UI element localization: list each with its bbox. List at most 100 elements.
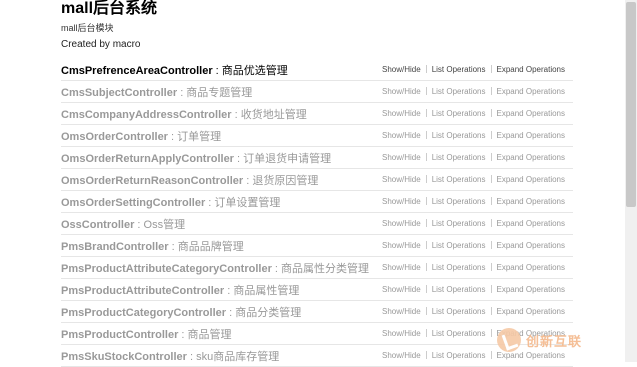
- controller-link[interactable]: OssController : Oss管理: [61, 216, 185, 232]
- show-hide-link[interactable]: Show/Hide: [382, 351, 421, 360]
- scrollbar[interactable]: [625, 0, 637, 362]
- show-hide-link[interactable]: Show/Hide: [382, 197, 421, 206]
- show-hide-link[interactable]: Show/Hide: [382, 307, 421, 316]
- controller-actions: Show/Hide List Operations Expand Operation…: [382, 285, 565, 294]
- show-hide-link[interactable]: Show/Hide: [382, 131, 421, 140]
- list-operations-link[interactable]: List Operations: [432, 87, 486, 96]
- controller-name: PmsBrandController: [61, 241, 169, 253]
- list-operations-link[interactable]: List Operations: [432, 131, 486, 140]
- controller-name: PmsProductCategoryController: [61, 307, 227, 319]
- controller-actions: Show/Hide List Operations Expand Operation…: [382, 131, 565, 140]
- controller-actions: Show/Hide List Operations Expand Operation…: [382, 109, 565, 118]
- expand-operations-link[interactable]: Expand Operations: [497, 175, 566, 184]
- expand-operations-link[interactable]: Expand Operations: [497, 109, 566, 118]
- controller-link[interactable]: PmsProductCategoryController : 商品分类管理: [61, 304, 301, 320]
- expand-operations-link[interactable]: Expand Operations: [497, 285, 566, 294]
- action-divider: [425, 219, 427, 227]
- controller-actions: Show/Hide List Operations Expand Operation…: [382, 307, 565, 316]
- controller-description: : 商品管理: [178, 329, 232, 341]
- action-divider: [490, 307, 492, 315]
- controller-link[interactable]: OmsOrderReturnApplyController : 订单退货申请管理: [61, 150, 331, 166]
- controller-link[interactable]: OmsOrderReturnReasonController : 退货原因管理: [61, 172, 318, 188]
- action-divider: [425, 351, 427, 359]
- expand-operations-link[interactable]: Expand Operations: [497, 263, 566, 272]
- action-divider: [425, 153, 427, 161]
- controller-description: : 订单退货申请管理: [233, 153, 332, 165]
- action-divider: [490, 285, 492, 293]
- show-hide-link[interactable]: Show/Hide: [382, 285, 421, 294]
- list-operations-link[interactable]: List Operations: [432, 197, 486, 206]
- controller-name: OmsOrderReturnApplyController: [61, 153, 234, 165]
- action-divider: [490, 153, 492, 161]
- controller-link[interactable]: PmsProductAttributeCategoryController : …: [61, 260, 369, 276]
- show-hide-link[interactable]: Show/Hide: [382, 153, 421, 162]
- controller-description: : 收货地址管理: [231, 109, 307, 121]
- list-operations-link[interactable]: List Operations: [432, 351, 486, 360]
- controller-description: : 商品专题管理: [177, 87, 253, 99]
- list-operations-link[interactable]: List Operations: [432, 175, 486, 184]
- show-hide-link[interactable]: Show/Hide: [382, 175, 421, 184]
- controller-name: CmsSubjectController: [61, 87, 178, 99]
- show-hide-link[interactable]: Show/Hide: [382, 65, 421, 74]
- show-hide-link[interactable]: Show/Hide: [382, 241, 421, 250]
- controller-description: : 订单设置管理: [205, 197, 281, 209]
- action-divider: [425, 109, 427, 117]
- show-hide-link[interactable]: Show/Hide: [382, 219, 421, 228]
- controller-row: OssController : Oss管理 Show/Hide List Opera…: [61, 213, 573, 235]
- list-operations-link[interactable]: List Operations: [432, 153, 486, 162]
- show-hide-link[interactable]: Show/Hide: [382, 329, 421, 338]
- controller-description: : 商品分类管理: [226, 307, 302, 319]
- controller-link[interactable]: PmsProductController : 商品管理: [61, 326, 232, 342]
- controller-description: : sku商品库存管理: [186, 351, 280, 363]
- list-operations-link[interactable]: List Operations: [432, 307, 486, 316]
- controller-link[interactable]: OmsOrderSettingController : 订单设置管理: [61, 194, 280, 210]
- list-operations-link[interactable]: List Operations: [432, 263, 486, 272]
- controller-actions: Show/Hide List Operations Expand Operation…: [382, 65, 565, 74]
- expand-operations-link[interactable]: Expand Operations: [497, 65, 566, 74]
- action-divider: [425, 329, 427, 337]
- list-operations-link[interactable]: List Operations: [432, 65, 486, 74]
- expand-operations-link[interactable]: Expand Operations: [497, 87, 566, 96]
- controller-link[interactable]: CmsCompanyAddressController : 收货地址管理: [61, 106, 307, 122]
- expand-operations-link[interactable]: Expand Operations: [497, 153, 566, 162]
- show-hide-link[interactable]: Show/Hide: [382, 87, 421, 96]
- controller-name: PmsProductAttributeController: [61, 285, 225, 297]
- controller-link[interactable]: PmsBrandController : 商品品牌管理: [61, 238, 244, 254]
- controller-row: PmsProductAttributeCategoryController : …: [61, 257, 573, 279]
- show-hide-link[interactable]: Show/Hide: [382, 109, 421, 118]
- show-hide-link[interactable]: Show/Hide: [382, 263, 421, 272]
- controller-link[interactable]: CmsPrefrenceAreaController : 商品优选管理: [61, 62, 288, 78]
- controller-description: : 退货原因管理: [243, 175, 319, 187]
- action-divider: [425, 263, 427, 271]
- expand-operations-link[interactable]: Expand Operations: [497, 219, 566, 228]
- scrollbar-thumb[interactable]: [626, 2, 636, 207]
- controller-name: OssController: [61, 219, 135, 231]
- list-operations-link[interactable]: List Operations: [432, 329, 486, 338]
- controller-row: OmsOrderController : 订单管理 Show/Hide List O…: [61, 125, 573, 147]
- controller-description: : 商品品牌管理: [168, 241, 244, 253]
- controller-actions: Show/Hide List Operations Expand Operation…: [382, 197, 565, 206]
- action-divider: [490, 263, 492, 271]
- controller-row: OmsOrderReturnApplyController : 订单退货申请管理…: [61, 147, 573, 169]
- controller-actions: Show/Hide List Operations Expand Operation…: [382, 87, 565, 96]
- list-operations-link[interactable]: List Operations: [432, 109, 486, 118]
- expand-operations-link[interactable]: Expand Operations: [497, 307, 566, 316]
- controller-name: PmsSkuStockController: [61, 351, 187, 363]
- action-divider: [490, 87, 492, 95]
- action-divider: [425, 197, 427, 205]
- list-operations-link[interactable]: List Operations: [432, 285, 486, 294]
- list-operations-link[interactable]: List Operations: [432, 241, 486, 250]
- controller-name: CmsPrefrenceAreaController: [61, 65, 213, 77]
- controller-link[interactable]: PmsProductAttributeController : 商品属性管理: [61, 282, 299, 298]
- controller-description: : 订单管理: [167, 131, 222, 143]
- controller-link[interactable]: CmsSubjectController : 商品专题管理: [61, 84, 252, 100]
- expand-operations-link[interactable]: Expand Operations: [497, 197, 566, 206]
- controller-actions: Show/Hide List Operations Expand Operation…: [382, 153, 565, 162]
- list-operations-link[interactable]: List Operations: [432, 219, 486, 228]
- expand-operations-link[interactable]: Expand Operations: [497, 241, 566, 250]
- action-divider: [425, 87, 427, 95]
- controller-name: CmsCompanyAddressController: [61, 109, 232, 121]
- controller-actions: Show/Hide List Operations Expand Operation…: [382, 263, 565, 272]
- expand-operations-link[interactable]: Expand Operations: [497, 131, 566, 140]
- controller-link[interactable]: OmsOrderController : 订单管理: [61, 128, 221, 144]
